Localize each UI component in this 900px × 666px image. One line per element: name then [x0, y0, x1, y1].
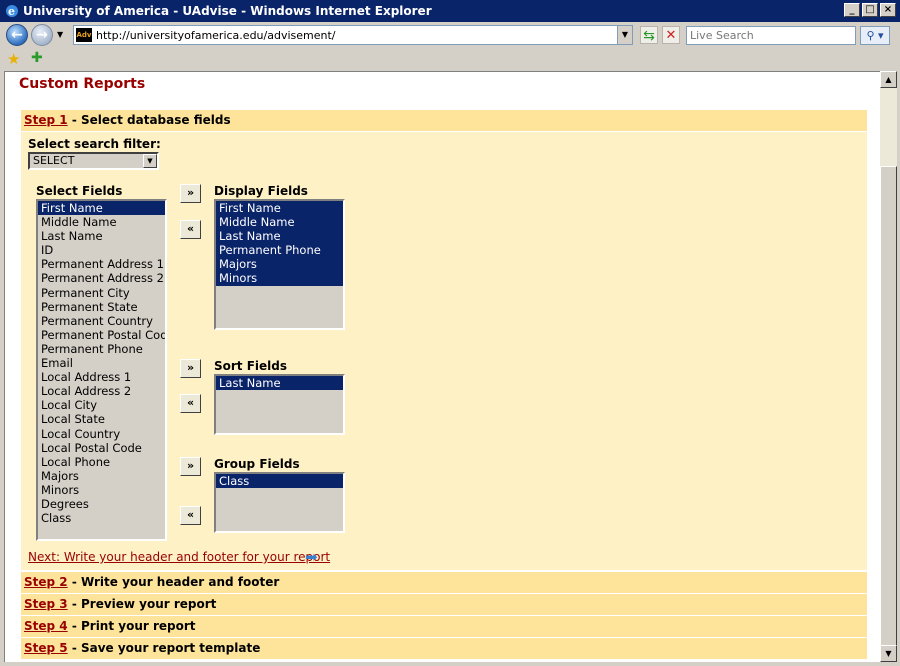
step-3-header: Step 3 - Preview your report [21, 594, 867, 615]
list-option[interactable]: First Name [216, 201, 343, 216]
vertical-scrollbar[interactable]: ▲ ▼ [880, 71, 897, 662]
list-option[interactable]: Permanent Phone [216, 243, 343, 258]
add-display-field-button[interactable]: » [180, 184, 201, 203]
group-fields-listbox[interactable]: Class [214, 472, 345, 533]
step-3-text: - Preview your report [67, 597, 217, 611]
next-arrow-icon[interactable]: ➡ [305, 548, 318, 566]
add-favorite-icon[interactable]: ✚ [31, 50, 43, 66]
address-dropdown-icon[interactable]: ▼ [617, 26, 632, 44]
display-fields-listbox[interactable]: First Name Middle Name Last Name Permanent … [214, 199, 345, 330]
back-button[interactable]: ← [6, 24, 28, 46]
list-option[interactable]: Degrees [38, 497, 165, 511]
address-bar[interactable]: Adv http://universityofamerica.edu/advis… [73, 25, 633, 45]
svg-text:e: e [8, 5, 15, 18]
search-button[interactable]: ⚲ ▾ [860, 26, 890, 45]
list-option[interactable]: Permanent Postal Code [38, 328, 165, 342]
address-toolbar: ← → ▼ Adv http://universityofamerica.edu… [0, 22, 900, 48]
address-url[interactable]: http://universityofamerica.edu/advisemen… [96, 29, 336, 42]
step-2-header: Step 2 - Write your header and footer [21, 572, 867, 593]
remove-group-field-button[interactable]: « [180, 506, 201, 525]
select-fields-label: Select Fields [36, 184, 123, 198]
step-1-header: Step 1 - Select database fields [21, 110, 867, 131]
search-filter-select[interactable]: SELECT ▼ [28, 152, 159, 170]
sort-fields-label: Sort Fields [214, 359, 288, 373]
scroll-up-icon[interactable]: ▲ [880, 71, 897, 88]
chevron-down-icon[interactable]: ▼ [143, 154, 157, 168]
list-option[interactable]: Permanent Address 2 [38, 271, 165, 285]
list-option[interactable]: Middle Name [38, 215, 165, 229]
list-option[interactable]: Local Address 1 [38, 370, 165, 384]
next-step-link[interactable]: Next: Write your header and footer for y… [28, 550, 330, 564]
remove-display-field-button[interactable]: « [180, 220, 201, 239]
remove-sort-field-button[interactable]: « [180, 394, 201, 413]
list-option[interactable]: Majors [216, 257, 343, 272]
list-option[interactable]: Permanent Country [38, 314, 165, 328]
minimize-button[interactable]: _ [844, 3, 860, 17]
step-2-text: - Write your header and footer [67, 575, 280, 589]
list-option[interactable]: First Name [38, 201, 165, 216]
step-3-link[interactable]: Step 3 [24, 597, 68, 611]
display-fields-label: Display Fields [214, 184, 308, 198]
list-option[interactable]: Middle Name [216, 215, 343, 230]
site-favicon-icon: Adv [76, 28, 92, 42]
page-viewport: Custom Reports Step 1 - Select database … [4, 71, 880, 662]
favorites-bar: ★ ✚ [0, 48, 900, 70]
list-option[interactable]: Minors [38, 483, 165, 497]
step-5-header: Step 5 - Save your report template [21, 638, 867, 659]
list-option[interactable]: Permanent Phone [38, 342, 165, 356]
search-filter-value: SELECT [33, 154, 75, 167]
list-option[interactable]: ID [38, 243, 165, 257]
window-title-bar: e University of America - UAdvise - Wind… [0, 0, 900, 22]
step-4-link[interactable]: Step 4 [24, 619, 68, 633]
list-option[interactable]: Permanent State [38, 300, 165, 314]
select-fields-listbox[interactable]: First Name Middle Name Last Name ID Permanen… [36, 199, 167, 541]
scroll-thumb[interactable] [880, 166, 897, 648]
step-5-link[interactable]: Step 5 [24, 641, 68, 655]
close-button[interactable]: × [880, 3, 896, 17]
list-option[interactable]: Last Name [38, 229, 165, 243]
step-5-text: - Save your report template [67, 641, 261, 655]
favorites-star-icon[interactable]: ★ [7, 50, 20, 68]
list-option[interactable]: Local State [38, 412, 165, 426]
sort-fields-listbox[interactable]: Last Name [214, 374, 345, 435]
list-option[interactable]: Permanent Address 1 [38, 257, 165, 271]
step-1-panel: Select search filter: SELECT ▼ Select Fi… [21, 132, 867, 570]
add-sort-field-button[interactable]: » [180, 359, 201, 378]
forward-button[interactable]: → [31, 24, 53, 46]
step-1-link[interactable]: Step 1 [24, 113, 68, 127]
window-title: University of America - UAdvise - Window… [23, 4, 432, 18]
list-option[interactable]: Local City [38, 398, 165, 412]
page-title: Custom Reports [19, 76, 146, 92]
add-group-field-button[interactable]: » [180, 457, 201, 476]
list-option[interactable]: Class [216, 474, 343, 489]
maximize-button[interactable]: □ [862, 3, 878, 17]
scroll-down-icon[interactable]: ▼ [880, 645, 897, 662]
list-option[interactable]: Last Name [216, 376, 343, 391]
step-4-text: - Print your report [67, 619, 196, 633]
recent-pages-dropdown-icon[interactable]: ▼ [57, 30, 63, 39]
list-option[interactable]: Permanent City [38, 286, 165, 300]
list-option[interactable]: Local Postal Code [38, 441, 165, 455]
step-4-header: Step 4 - Print your report [21, 616, 867, 637]
stop-icon[interactable]: ✕ [662, 26, 680, 44]
list-option[interactable]: Class [38, 511, 165, 525]
list-option[interactable]: Email [38, 356, 165, 370]
group-fields-label: Group Fields [214, 457, 300, 471]
step-1-text: - Select database fields [67, 113, 231, 127]
step-2-link[interactable]: Step 2 [24, 575, 68, 589]
list-option[interactable]: Last Name [216, 229, 343, 244]
search-filter-label: Select search filter: [28, 137, 161, 151]
list-option[interactable]: Local Phone [38, 455, 165, 469]
ie-logo-icon: e [6, 5, 18, 18]
list-option[interactable]: Minors [216, 271, 343, 286]
refresh-icon[interactable]: ⇆ [640, 26, 658, 44]
list-option[interactable]: Local Address 2 [38, 384, 165, 398]
list-option[interactable]: Local Country [38, 427, 165, 441]
list-option[interactable]: Majors [38, 469, 165, 483]
search-input[interactable]: Live Search [686, 26, 856, 45]
